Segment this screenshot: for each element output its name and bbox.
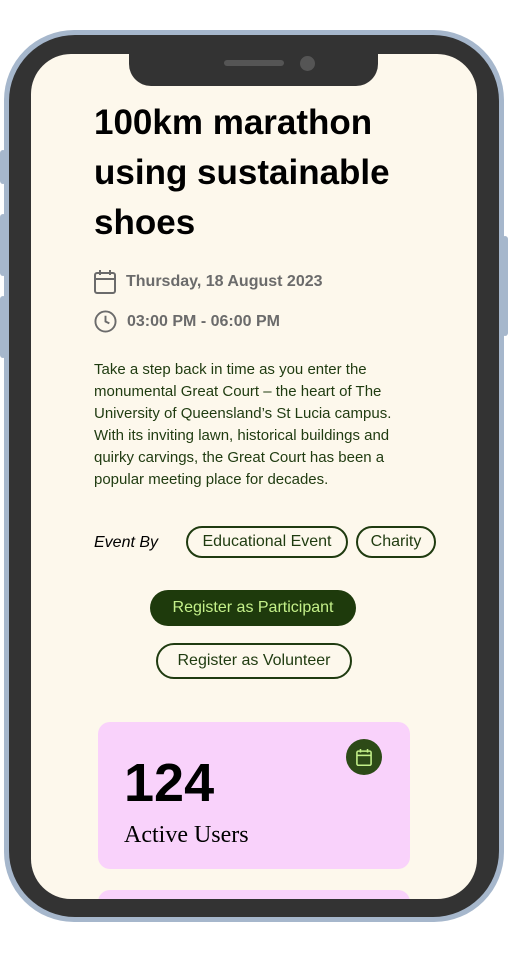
event-by-label: Event By [94,534,159,551]
clock-icon [94,310,117,333]
front-camera [300,56,315,71]
tag-educational-event[interactable]: Educational Event [186,526,348,558]
event-title: 100km marathon using sustainable shoes [94,103,390,242]
event-description: Take a step back in time as you enter th… [94,361,392,488]
event-date-row: Thursday, 18 August 2023 [94,270,323,294]
event-time-row: 03:00 PM - 06:00 PM [94,310,280,333]
calendar-icon [346,739,382,775]
power-button [502,236,508,336]
active-users-label: Active Users [124,822,249,848]
event-time: 03:00 PM - 06:00 PM [127,312,280,330]
speaker-grille [224,60,284,66]
stat-card-partial [98,890,410,899]
event-date: Thursday, 18 August 2023 [126,273,323,290]
calendar-icon [94,270,116,294]
tag-charity[interactable]: Charity [356,526,436,558]
active-users-card: 124 Active Users [98,722,410,869]
register-volunteer-button[interactable]: Register as Volunteer [156,643,352,679]
volume-down-button [0,296,6,358]
register-participant-button[interactable]: Register as Participant [150,590,356,626]
mute-switch [0,150,6,184]
phone-notch [129,54,378,86]
volume-up-button [0,214,6,276]
active-users-count: 124 [124,753,215,813]
screen: 100km marathon using sustainable shoes T… [31,54,477,899]
